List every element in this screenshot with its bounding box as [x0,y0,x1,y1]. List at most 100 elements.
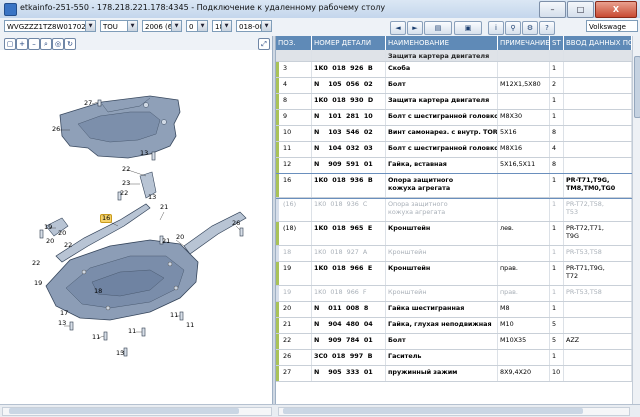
vertical-scrollbar[interactable] [632,36,640,404]
back-button[interactable]: ◄ [390,21,406,35]
table-row[interactable]: 18 1K0 018 927 A Кронштейн 1 PR-T53,T58 [276,246,632,262]
callout-label[interactable]: 20 [46,238,54,245]
scroll-thumb[interactable] [283,408,583,414]
callout-label[interactable]: 26 [232,220,240,227]
chevron-down-icon[interactable]: ▼ [261,21,271,31]
cell-pos: 16 [281,174,312,197]
minimize-button[interactable]: – [539,1,566,18]
callout-label[interactable]: 21 [162,238,170,245]
col-data[interactable]: ВВОД ДАННЫХ ПО [564,36,632,50]
col-qty[interactable]: ST [550,36,564,50]
chevron-down-icon[interactable]: ▼ [197,21,207,31]
zoom-in-icon[interactable]: + [16,38,28,50]
table-row[interactable]: 4N 105 056 02 Болт M12X1,5X80 2 [276,78,632,94]
cart-button[interactable]: ▣ [454,21,482,35]
table-row[interactable]: 3 1K0 018 926 B Скоба 1 [276,62,632,78]
callout-label[interactable]: 13 [116,350,124,357]
zoom-reset-icon[interactable]: ◎ [52,38,64,50]
callout-label[interactable]: 13 [148,194,156,201]
search-icon[interactable]: ⚲ [505,21,521,35]
year-select[interactable]: 2006 (6) ▼ [142,20,182,32]
cell-qty: 5 [550,334,564,349]
illustration-select[interactable]: 018-000 ▼ [236,20,272,32]
zoom-area-icon[interactable]: ⌕ [40,38,52,50]
chevron-down-icon[interactable]: ▼ [85,21,95,31]
col-part-number[interactable]: НОМЕР ДЕТАЛИ [312,36,386,50]
remote-desktop-icon [4,3,17,16]
table-hscroll[interactable] [278,407,630,416]
cell-part: N 909 784 01 [312,334,386,349]
chevron-down-icon[interactable]: ▼ [221,21,231,31]
cell-note [498,198,550,221]
help-icon[interactable]: ? [539,21,555,35]
table-row[interactable]: 22 N 909 784 01 Болт M10X35 5 AZZ [276,334,632,350]
print-button[interactable]: ▤ [424,21,452,35]
callout-label[interactable]: 20 [176,234,184,241]
table-row[interactable]: 21 N 904 480 04 Гайка, глухая неподвижная M… [276,318,632,334]
callout-label[interactable]: 22 [32,260,40,267]
callout-label[interactable]: 19 [34,280,42,287]
cell-pos: 18 [281,246,312,261]
callout-label[interactable]: 17 [60,310,68,317]
model-select[interactable]: TOU ▼ [100,20,138,32]
maximize-button[interactable]: □ [567,1,594,18]
callout-label[interactable]: 13 [58,320,66,327]
cell-data: PR-T71,T9G, TM8,TM0,TG0 [564,174,632,197]
chevron-down-icon[interactable]: ▼ [127,21,137,31]
rotate-icon[interactable]: ↻ [64,38,76,50]
table-row[interactable]: 16 1K0 018 936 B Опора защитного кожуха аг… [276,173,632,199]
callout-label[interactable]: 22 [64,242,72,249]
table-row[interactable]: 10 N 103 546 02 Винт самонарез. с внутр. T… [276,126,632,142]
subgroup-select[interactable]: 18 ▼ [212,20,232,32]
table-row[interactable]: (16) 1K0 018 936 C Опора защитного кожуха … [276,198,632,222]
cell-pos: 9 [281,110,312,125]
brand-select[interactable]: Volkswage [586,20,638,32]
table-row[interactable]: 11 N 104 032 03 Болт с шестигранной головк… [276,142,632,158]
callout-label[interactable]: 19 [44,224,52,231]
table-row[interactable]: (18) 1K0 018 965 E Кронштейн лев. 1 PR-T72,T7… [276,222,632,246]
zoom-fit-icon[interactable]: ▢ [4,38,16,50]
cell-qty [550,50,564,61]
callout-label[interactable]: 11 [128,328,136,335]
scroll-thumb[interactable] [9,408,239,414]
diagram-hscroll[interactable] [2,407,272,416]
table-row[interactable]: 19 1K0 018 966 E Кронштейн прав. 1 PR-T71,T9G… [276,262,632,286]
close-button[interactable]: X [595,1,637,18]
parts-diagram[interactable]: 27 26 13 22 23 22 13 16 20 19 20 20 22 21 21 26 22 19 13 11… [0,50,272,404]
callout-label[interactable]: 18 [94,288,102,295]
callout-label[interactable]: 20 [58,230,66,237]
cell-qty: 1 [550,246,564,261]
zoom-out-icon[interactable]: – [28,38,40,50]
scroll-thumb[interactable] [634,56,640,118]
forward-button[interactable]: ► [407,21,423,35]
expand-icon[interactable]: ⤢ [258,38,270,50]
callout-label[interactable]: 13 [140,150,148,157]
table-row[interactable]: 8 1K0 018 930 D Защита картера двигателя 1 [276,94,632,110]
callout-label[interactable]: 22 [120,190,128,197]
table-section-header[interactable]: Защита картера двигателя [276,50,632,62]
callout-label[interactable]: 27 [84,100,92,107]
table-row[interactable]: 26 3C0 018 997 B Гаситель 1 [276,350,632,366]
group-select[interactable]: 0 ▼ [186,20,208,32]
table-row[interactable]: 27 N 905 333 01 пружинный зажим 8X9,4X20 10 [276,366,632,382]
vin-select[interactable]: WVGZZZ1TZ8W01702 ▼ [4,20,96,32]
cell-part: 1K0 018 936 C [312,198,386,221]
col-name[interactable]: НАИМЕНОВАНИЕ [386,36,498,50]
table-row[interactable]: 19 1K0 018 966 F Кронштейн прав. 1 PR-T53,T58 [276,286,632,302]
callout-label[interactable]: 11 [170,312,178,319]
table-row[interactable]: 9N 101 281 10 Болт с шестигранной головко… [276,110,632,126]
table-row[interactable]: 12 N 909 591 01 Гайка, вставная 5X16,5X11 8 [276,158,632,174]
callout-label[interactable]: 11 [186,322,194,329]
callout-label[interactable]: 26 [52,126,60,133]
callout-label[interactable]: 16 [100,214,113,223]
col-note[interactable]: ПРИМЕЧАНИЕ [498,36,550,50]
callout-label[interactable]: 23 [122,180,130,187]
chevron-down-icon[interactable]: ▼ [171,21,181,31]
col-pos[interactable]: ПОЗ. [276,36,312,50]
callout-label[interactable]: 11 [92,334,100,341]
callout-label[interactable]: 21 [160,204,168,211]
settings-icon[interactable]: ⚙ [522,21,538,35]
table-row[interactable]: 20 N 011 008 8 Гайка шестигранная M8 1 [276,302,632,318]
info-button[interactable]: i [488,21,504,35]
callout-label[interactable]: 22 [122,166,130,173]
